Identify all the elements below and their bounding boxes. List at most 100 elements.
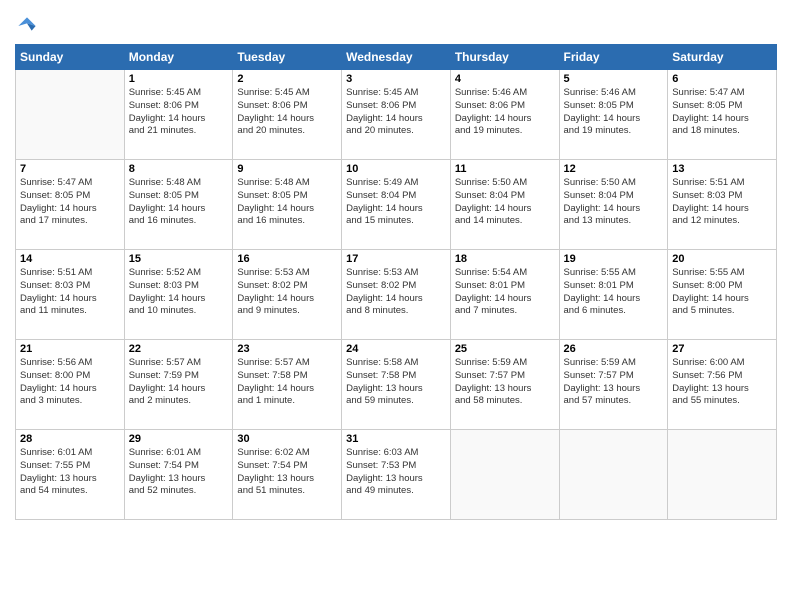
- calendar-cell: 25 Sunrise: 5:59 AMSunset: 7:57 PMDayligh…: [450, 340, 559, 430]
- day-info: Sunrise: 5:52 AMSunset: 8:03 PMDaylight:…: [129, 267, 229, 318]
- day-info: Sunrise: 5:50 AMSunset: 8:04 PMDaylight:…: [564, 177, 664, 228]
- day-number: 17: [346, 253, 446, 265]
- day-number: 9: [237, 163, 337, 175]
- logo-bird-icon: [17, 14, 37, 34]
- day-number: 27: [672, 343, 772, 355]
- day-info: Sunrise: 6:01 AMSunset: 7:54 PMDaylight:…: [129, 447, 229, 498]
- day-info: Sunrise: 5:58 AMSunset: 7:58 PMDaylight:…: [346, 357, 446, 408]
- day-number: 12: [564, 163, 664, 175]
- day-info: Sunrise: 5:56 AMSunset: 8:00 PMDaylight:…: [20, 357, 120, 408]
- day-info: Sunrise: 5:55 AMSunset: 8:00 PMDaylight:…: [672, 267, 772, 318]
- day-info: Sunrise: 5:50 AMSunset: 8:04 PMDaylight:…: [455, 177, 555, 228]
- calendar-cell: 13 Sunrise: 5:51 AMSunset: 8:03 PMDayligh…: [668, 160, 777, 250]
- day-info: Sunrise: 5:45 AMSunset: 8:06 PMDaylight:…: [346, 87, 446, 138]
- day-info: Sunrise: 6:00 AMSunset: 7:56 PMDaylight:…: [672, 357, 772, 408]
- calendar-cell: 30 Sunrise: 6:02 AMSunset: 7:54 PMDayligh…: [233, 430, 342, 520]
- day-number: 22: [129, 343, 229, 355]
- day-number: 5: [564, 73, 664, 85]
- day-info: Sunrise: 5:47 AMSunset: 8:05 PMDaylight:…: [20, 177, 120, 228]
- calendar-header-row: SundayMondayTuesdayWednesdayThursdayFrid…: [16, 45, 777, 70]
- day-info: Sunrise: 5:59 AMSunset: 7:57 PMDaylight:…: [455, 357, 555, 408]
- day-number: 11: [455, 163, 555, 175]
- day-number: 13: [672, 163, 772, 175]
- calendar-header-friday: Friday: [559, 45, 668, 70]
- calendar-week-4: 21 Sunrise: 5:56 AMSunset: 8:00 PMDayligh…: [16, 340, 777, 430]
- day-number: 31: [346, 433, 446, 445]
- calendar-cell: 23 Sunrise: 5:57 AMSunset: 7:58 PMDayligh…: [233, 340, 342, 430]
- day-number: 2: [237, 73, 337, 85]
- calendar-header-thursday: Thursday: [450, 45, 559, 70]
- day-info: Sunrise: 5:46 AMSunset: 8:05 PMDaylight:…: [564, 87, 664, 138]
- day-info: Sunrise: 5:59 AMSunset: 7:57 PMDaylight:…: [564, 357, 664, 408]
- day-info: Sunrise: 5:57 AMSunset: 7:59 PMDaylight:…: [129, 357, 229, 408]
- calendar-cell: 3 Sunrise: 5:45 AMSunset: 8:06 PMDaylight…: [342, 70, 451, 160]
- calendar-cell: 16 Sunrise: 5:53 AMSunset: 8:02 PMDayligh…: [233, 250, 342, 340]
- calendar-cell: 29 Sunrise: 6:01 AMSunset: 7:54 PMDayligh…: [124, 430, 233, 520]
- calendar-header-saturday: Saturday: [668, 45, 777, 70]
- calendar-header-wednesday: Wednesday: [342, 45, 451, 70]
- calendar-cell: 2 Sunrise: 5:45 AMSunset: 8:06 PMDaylight…: [233, 70, 342, 160]
- day-info: Sunrise: 5:48 AMSunset: 8:05 PMDaylight:…: [129, 177, 229, 228]
- calendar-cell: [16, 70, 125, 160]
- day-number: 15: [129, 253, 229, 265]
- calendar-cell: 24 Sunrise: 5:58 AMSunset: 7:58 PMDayligh…: [342, 340, 451, 430]
- calendar-cell: [668, 430, 777, 520]
- day-info: Sunrise: 5:55 AMSunset: 8:01 PMDaylight:…: [564, 267, 664, 318]
- day-info: Sunrise: 5:48 AMSunset: 8:05 PMDaylight:…: [237, 177, 337, 228]
- day-number: 24: [346, 343, 446, 355]
- calendar-cell: 1Sunrise: 5:45 AMSunset: 8:06 PMDaylight…: [124, 70, 233, 160]
- day-number: 29: [129, 433, 229, 445]
- calendar-cell: 9 Sunrise: 5:48 AMSunset: 8:05 PMDaylight…: [233, 160, 342, 250]
- calendar-cell: 19 Sunrise: 5:55 AMSunset: 8:01 PMDayligh…: [559, 250, 668, 340]
- page: SundayMondayTuesdayWednesdayThursdayFrid…: [0, 0, 792, 612]
- calendar-week-1: 1 Sunrise: 5:45 AMSunset: 8:06 PMDaylight…: [16, 70, 777, 160]
- day-info: Sunrise: 6:02 AMSunset: 7:54 PMDaylight:…: [237, 447, 337, 498]
- calendar-header-sunday: Sunday: [16, 45, 125, 70]
- calendar-cell: 21 Sunrise: 5:56 AMSunset: 8:00 PMDayligh…: [16, 340, 125, 430]
- day-number: 23: [237, 343, 337, 355]
- calendar-table: SundayMondayTuesdayWednesdayThursdayFrid…: [15, 44, 777, 520]
- calendar-cell: 14 Sunrise: 5:51 AMSunset: 8:03 PMDayligh…: [16, 250, 125, 340]
- day-number: 19: [564, 253, 664, 265]
- calendar-week-2: 7 Sunrise: 5:47 AMSunset: 8:05 PMDaylight…: [16, 160, 777, 250]
- calendar-cell: 26 Sunrise: 5:59 AMSunset: 7:57 PMDayligh…: [559, 340, 668, 430]
- day-number: 26: [564, 343, 664, 355]
- day-number: 28: [20, 433, 120, 445]
- day-number: 14: [20, 253, 120, 265]
- day-info: Sunrise: 5:57 AMSunset: 7:58 PMDaylight:…: [237, 357, 337, 408]
- day-number: 21: [20, 343, 120, 355]
- calendar-cell: 7 Sunrise: 5:47 AMSunset: 8:05 PMDaylight…: [16, 160, 125, 250]
- day-info: Sunrise: 6:01 AMSunset: 7:55 PMDaylight:…: [20, 447, 120, 498]
- day-number: 18: [455, 253, 555, 265]
- day-number: 10: [346, 163, 446, 175]
- day-info: Sunrise: 5:47 AMSunset: 8:05 PMDaylight:…: [672, 87, 772, 138]
- calendar-week-5: 28 Sunrise: 6:01 AMSunset: 7:55 PMDayligh…: [16, 430, 777, 520]
- header: [15, 10, 777, 36]
- day-number: 16: [237, 253, 337, 265]
- day-number: 25: [455, 343, 555, 355]
- calendar-cell: 8Sunrise: 5:48 AMSunset: 8:05 PMDaylight…: [124, 160, 233, 250]
- day-info: Sunrise: 5:51 AMSunset: 8:03 PMDaylight:…: [20, 267, 120, 318]
- day-info: Sunrise: 5:45 AMSunset: 8:06 PMDaylight:…: [237, 87, 337, 138]
- calendar-cell: 10Sunrise: 5:49 AMSunset: 8:04 PMDayligh…: [342, 160, 451, 250]
- calendar-cell: 12 Sunrise: 5:50 AMSunset: 8:04 PMDayligh…: [559, 160, 668, 250]
- day-number: 20: [672, 253, 772, 265]
- calendar-cell: 5 Sunrise: 5:46 AMSunset: 8:05 PMDaylight…: [559, 70, 668, 160]
- day-info: Sunrise: 5:51 AMSunset: 8:03 PMDaylight:…: [672, 177, 772, 228]
- day-number: 7: [20, 163, 120, 175]
- calendar-week-3: 14 Sunrise: 5:51 AMSunset: 8:03 PMDayligh…: [16, 250, 777, 340]
- day-number: 1: [129, 73, 229, 85]
- day-info: Sunrise: 5:54 AMSunset: 8:01 PMDaylight:…: [455, 267, 555, 318]
- day-info: Sunrise: 6:03 AMSunset: 7:53 PMDaylight:…: [346, 447, 446, 498]
- day-number: 30: [237, 433, 337, 445]
- day-number: 3: [346, 73, 446, 85]
- calendar-cell: 18 Sunrise: 5:54 AMSunset: 8:01 PMDayligh…: [450, 250, 559, 340]
- calendar-cell: 27 Sunrise: 6:00 AMSunset: 7:56 PMDayligh…: [668, 340, 777, 430]
- calendar-cell: 15 Sunrise: 5:52 AMSunset: 8:03 PMDayligh…: [124, 250, 233, 340]
- day-info: Sunrise: 5:53 AMSunset: 8:02 PMDaylight:…: [237, 267, 337, 318]
- calendar-cell: [559, 430, 668, 520]
- calendar-cell: 17Sunrise: 5:53 AMSunset: 8:02 PMDayligh…: [342, 250, 451, 340]
- calendar-cell: 20 Sunrise: 5:55 AMSunset: 8:00 PMDayligh…: [668, 250, 777, 340]
- calendar-header-monday: Monday: [124, 45, 233, 70]
- day-number: 6: [672, 73, 772, 85]
